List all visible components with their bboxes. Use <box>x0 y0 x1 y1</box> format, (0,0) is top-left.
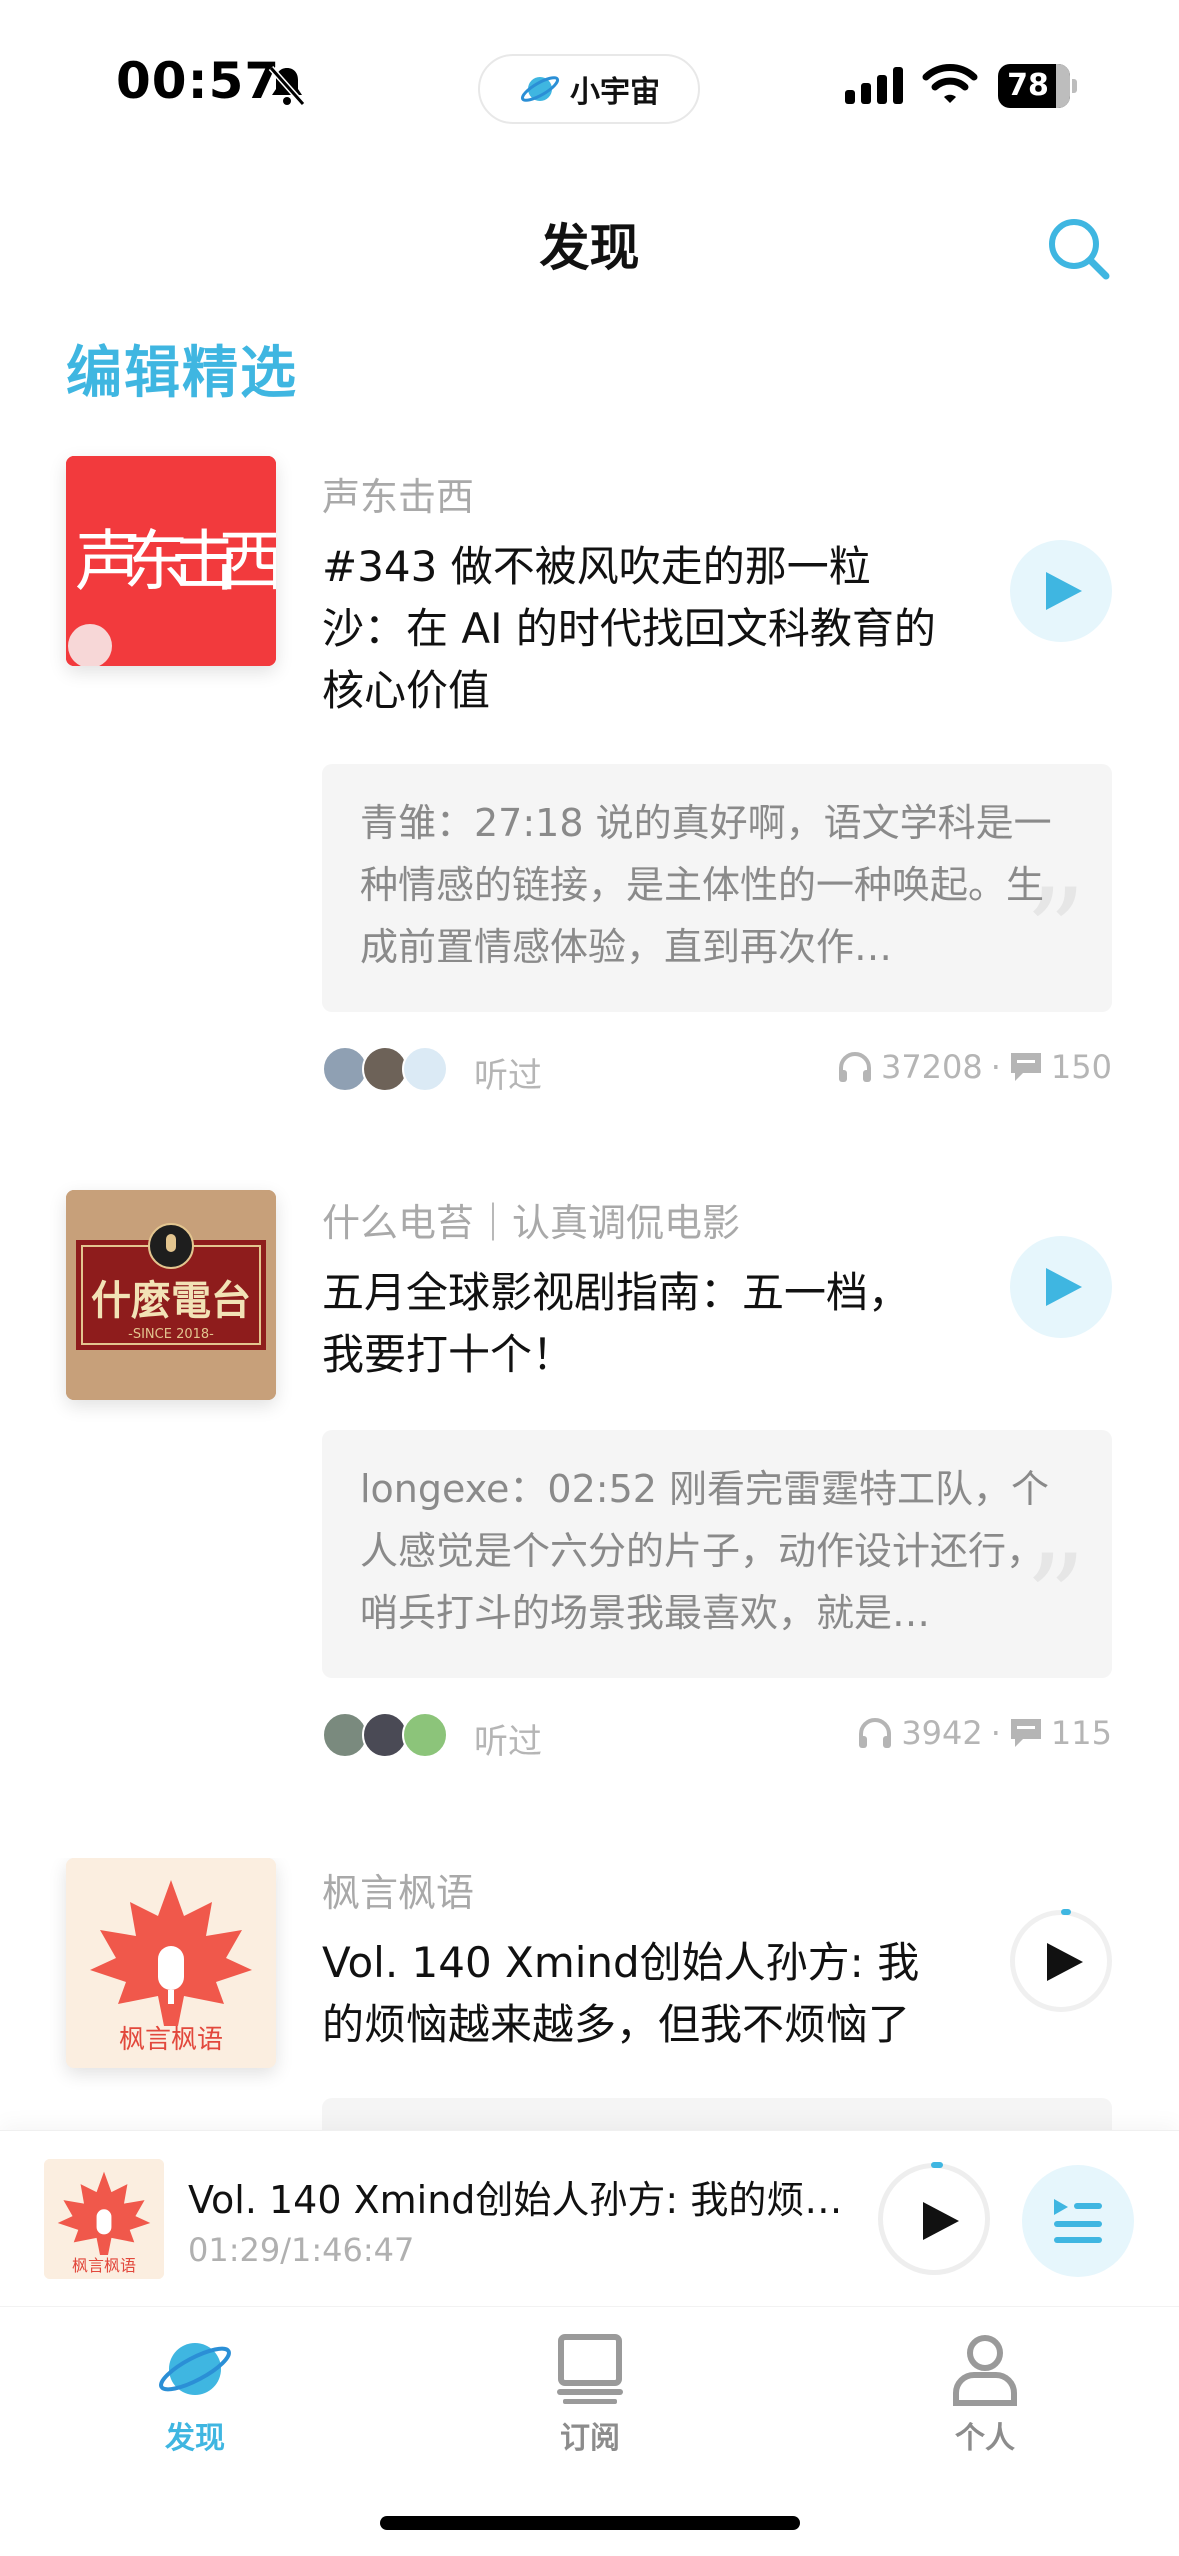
bell-muted-icon <box>268 66 306 106</box>
play-button[interactable] <box>1010 540 1112 642</box>
mini-play-button[interactable] <box>878 2162 990 2275</box>
status-bar: 00:57 小宇宙 78 <box>0 0 1179 150</box>
battery-level: 78 <box>1007 68 1049 103</box>
section-title: 编辑精选 <box>66 341 298 406</box>
cover-art-shengdong: 声东击西 <box>66 456 276 666</box>
mini-player[interactable]: 枫言枫语 Vol. 140 Xmind创始人孙方: 我的烦恼越来越多，但我不烦恼… <box>0 2130 1179 2306</box>
now-playing-title[interactable]: Vol. 140 Xmind创始人孙方: 我的烦恼越来越多，但我不烦恼了 <box>188 2169 848 2224</box>
podcast-cover[interactable]: 枫言枫语 <box>66 1858 276 2068</box>
playlist-icon <box>1054 2199 1102 2243</box>
podcast-cover[interactable]: 什麼電台 -SINCE 2018- <box>66 1190 276 1400</box>
tab-discover[interactable]: 发现 <box>95 2325 295 2465</box>
svg-text:枫言枫语: 枫言枫语 <box>72 2256 136 2275</box>
episode-stats: 37208 · 150 <box>837 1048 1112 1086</box>
app-indicator-pill[interactable]: 小宇宙 <box>478 54 700 124</box>
comment-text: longexe：02:52 刚看完雷霆特工队，个人感觉是个六分的片子，动作设计还… <box>360 1467 1050 1635</box>
headphones-icon <box>859 1718 892 1748</box>
cover-art-shenme: 什麼電台 -SINCE 2018- <box>66 1190 276 1400</box>
play-icon <box>923 2202 959 2240</box>
episode-stats: 3942 · 115 <box>857 1714 1112 1752</box>
svg-text:枫言枫语: 枫言枫语 <box>119 2025 223 2055</box>
play-button[interactable] <box>1010 1236 1112 1338</box>
comment-icon <box>1010 1719 1041 1747</box>
podcast-name[interactable]: 声东击西 <box>322 466 474 521</box>
now-playing-time: 01:29/1:46:47 <box>188 2231 415 2269</box>
episode-title[interactable]: #343 做不被风吹走的那一粒沙：在 AI 的时代找回文科教育的核心价值 <box>322 536 942 722</box>
episode-card[interactable]: 枫言枫语 枫言枫语 Vol. 140 Xmind创始人孙方: 我的烦恼越来越多，… <box>0 1858 1179 2130</box>
progress-dot <box>931 2162 943 2168</box>
app-name: 小宇宙 <box>570 75 660 110</box>
comment-icon <box>1010 1053 1041 1081</box>
person-icon <box>953 2335 1017 2406</box>
comment-count: 150 <box>1050 1048 1112 1086</box>
cellular-signal-icon <box>845 67 903 104</box>
tab-subscriptions[interactable]: 订阅 <box>490 2325 690 2465</box>
search-icon[interactable] <box>1040 210 1116 286</box>
comment-count: 115 <box>1050 1714 1112 1752</box>
episode-title[interactable]: Vol. 140 Xmind创始人孙方: 我的烦恼越来越多，但我不烦恼了 <box>322 1932 942 2056</box>
featured-comment[interactable]: longexe：02:52 刚看完雷霆特工队，个人感觉是个六分的片子，动作设计还… <box>322 1430 1112 1678</box>
play-icon <box>1046 1268 1082 1306</box>
battery-indicator: 78 <box>998 64 1077 108</box>
headphones-icon <box>838 1052 871 1082</box>
play-icon <box>1047 1943 1083 1981</box>
svg-text:-SINCE 2018-: -SINCE 2018- <box>128 1327 214 1342</box>
episode-meta: 听过 3942 · 115 <box>322 1706 1112 1762</box>
listened-label: 听过 <box>474 1722 542 1762</box>
play-icon <box>1046 572 1082 610</box>
podcast-cover[interactable]: 声东击西 <box>66 456 276 666</box>
now-playing-cover[interactable]: 枫言枫语 <box>44 2159 164 2279</box>
playlist-button[interactable] <box>1022 2165 1134 2277</box>
comment-text: 青雏：27:18 说的真好啊，语文学科是一种情感的链接，是主体性的一种唤起。生成… <box>360 801 1052 969</box>
planet-icon <box>159 2343 231 2395</box>
status-time: 00:57 <box>116 52 281 110</box>
episode-title[interactable]: 五月全球影视剧指南：五一档，我要打十个！ <box>322 1262 942 1386</box>
featured-comment[interactable]: 青雏：27:18 说的真好啊，语文学科是一种情感的链接，是主体性的一种唤起。生成… <box>322 764 1112 1012</box>
play-button[interactable] <box>1010 1909 1112 2012</box>
podcast-name[interactable]: 枫言枫语 <box>322 1862 474 1917</box>
avatar <box>402 1046 448 1092</box>
listened-label: 听过 <box>474 1056 542 1096</box>
episode-card[interactable]: 声东击西 声东击西 #343 做不被风吹走的那一粒沙：在 AI 的时代找回文科教… <box>0 456 1179 1116</box>
tab-label: 个人 <box>955 2421 1015 2456</box>
tab-label: 订阅 <box>560 2421 620 2456</box>
svg-text:什麼電台: 什麼電台 <box>91 1278 251 1324</box>
episode-meta: 听过 37208 · 150 <box>322 1040 1112 1096</box>
episode-card[interactable]: 什麼電台 -SINCE 2018- 什么电苔｜认真调侃电影 五月全球影视剧指南：… <box>0 1190 1179 1850</box>
tab-profile[interactable]: 个人 <box>885 2325 1085 2465</box>
cover-art-fengyan: 枫言枫语 <box>66 1858 276 2068</box>
play-count: 3942 <box>901 1714 983 1752</box>
tab-label: 发现 <box>165 2421 225 2456</box>
cover-art-fengyan: 枫言枫语 <box>44 2159 164 2279</box>
nav-header: 发现 <box>0 180 1179 310</box>
page-title: 发现 <box>539 219 640 277</box>
progress-dot <box>1061 1909 1071 1915</box>
wifi-icon <box>922 64 978 103</box>
avatar <box>402 1712 448 1758</box>
play-count: 37208 <box>880 1048 983 1086</box>
home-indicator[interactable] <box>380 2516 800 2530</box>
featured-comment <box>322 2098 1112 2130</box>
subscriptions-icon <box>557 2334 623 2404</box>
svg-text:声东击西: 声东击西 <box>75 523 276 600</box>
planet-icon <box>520 76 560 102</box>
podcast-name[interactable]: 什么电苔｜认真调侃电影 <box>322 1192 740 1247</box>
